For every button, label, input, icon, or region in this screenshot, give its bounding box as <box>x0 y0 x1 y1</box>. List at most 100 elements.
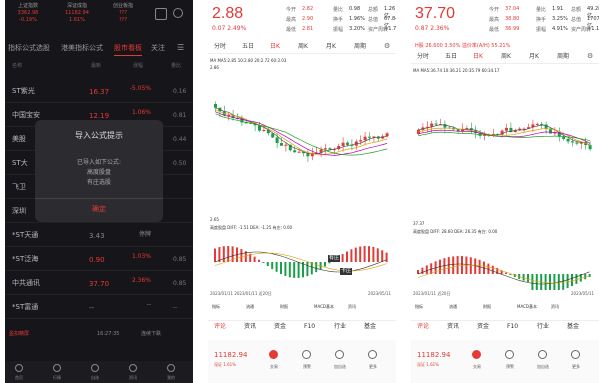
detail-tab[interactable]: 资讯 <box>447 324 459 330</box>
tab-follow[interactable]: 关注 <box>151 45 165 52</box>
action-item[interactable]: 预警 <box>500 364 520 370</box>
period-tab[interactable]: 月K <box>326 44 336 50</box>
period-tab[interactable]: 日K <box>270 44 280 50</box>
nav-icon[interactable] <box>53 364 61 372</box>
menu-icon[interactable]: ☰ <box>177 44 184 52</box>
settings-icon[interactable]: ⚙ <box>587 53 593 60</box>
nav-item[interactable]: 首页 <box>9 375 29 381</box>
period-tab[interactable]: 五日 <box>445 54 457 60</box>
action-item[interactable]: 更多 <box>566 364 586 370</box>
header-price[interactable]: 最新 <box>91 64 101 69</box>
header-chg[interactable]: 涨幅 <box>133 64 143 69</box>
detail-tab[interactable]: 基金 <box>567 324 579 330</box>
action-item[interactable]: 更多 <box>363 364 383 370</box>
macd-bar <box>376 248 379 262</box>
stock-change: 0.07 2.49% <box>212 25 247 32</box>
period-tab[interactable]: 周K <box>298 44 308 50</box>
tool-button[interactable]: MACD基本 <box>517 305 537 309</box>
footer-left[interactable]: 盈扣精屏 <box>9 332 29 337</box>
detail-tab[interactable]: 评论 <box>417 324 429 330</box>
action-icon[interactable] <box>472 350 481 359</box>
index-sz[interactable]: 深证成指 11182.94 1.61% <box>57 3 97 24</box>
action-icon[interactable] <box>302 350 311 359</box>
nav-icon[interactable] <box>91 364 99 372</box>
tool-button[interactable]: 指标 <box>212 305 220 309</box>
period-tab[interactable]: 周期 <box>557 54 569 60</box>
action-icon[interactable] <box>368 350 377 359</box>
action-icon[interactable] <box>538 350 547 359</box>
action-icon[interactable] <box>505 350 514 359</box>
list-item[interactable]: ST紫光 16.37 -5.05% 0.16 <box>5 82 193 103</box>
kline-chart[interactable] <box>208 64 396 230</box>
tab-board[interactable]: 股市看板 <box>114 45 142 52</box>
index-value[interactable]: 11182.94 <box>417 352 450 359</box>
tool-button[interactable]: 财报 <box>483 305 491 309</box>
action-icon[interactable] <box>269 350 278 359</box>
tool-button[interactable]: 流通 <box>246 305 254 309</box>
detail-tab[interactable]: 行业 <box>537 324 549 330</box>
action-item[interactable]: 加自选 <box>330 364 350 370</box>
tool-button[interactable]: MACD基本 <box>314 305 334 309</box>
list-item[interactable]: *ST天通 3.43 停牌 <box>5 226 193 247</box>
nav-item[interactable]: 我的 <box>161 375 181 381</box>
tool-button[interactable]: 资讯 <box>348 305 356 309</box>
footer-right[interactable]: 连续下跌 <box>141 332 161 337</box>
detail-tab[interactable]: F10 <box>507 324 518 330</box>
tool-button[interactable]: 资讯 <box>551 305 559 309</box>
index-value[interactable]: 11182.94 <box>214 352 247 359</box>
index-sh[interactable]: 上证指数 3362.98 -0.19% <box>8 3 48 24</box>
period-tab[interactable]: 周期 <box>354 44 366 50</box>
stat-value: 2.81 <box>302 26 314 32</box>
confirm-button[interactable]: 确定 <box>35 206 163 213</box>
indicator-legend[interactable]: 高度股盘 DIFF: 28.60 DEA: 26.35 有庄: 0.00 <box>413 230 497 234</box>
settings-icon[interactable]: ⚙ <box>384 43 390 50</box>
action-item[interactable]: 交易 <box>467 364 487 370</box>
action-icon[interactable] <box>571 350 580 359</box>
period-tab[interactable]: 分时 <box>417 54 429 60</box>
detail-tab[interactable]: 资讯 <box>244 324 256 330</box>
action-item[interactable]: 交易 <box>264 364 284 370</box>
list-item[interactable]: 中共通讯 37.70 2.36% 0.85 <box>5 274 193 295</box>
period-tab[interactable]: 日K <box>473 54 483 60</box>
macd-bar <box>328 262 331 264</box>
detail-tab[interactable]: 基金 <box>364 324 376 330</box>
tool-button[interactable]: 财报 <box>280 305 288 309</box>
tool-button[interactable]: 流通 <box>449 305 457 309</box>
period-tab[interactable]: 月K <box>529 54 539 60</box>
search-icon[interactable] <box>173 8 183 18</box>
nav-item[interactable]: 行情 <box>47 375 67 381</box>
detail-tab[interactable]: 资金 <box>477 324 489 330</box>
hk-share-info[interactable]: H股 26.600 3.50% 溢价率(A/H) 55.21% <box>415 44 510 49</box>
tab-hk-us[interactable]: 港美指标公式 <box>61 45 103 52</box>
detail-tab[interactable]: 行业 <box>334 324 346 330</box>
list-item[interactable]: *ST泛海 0.90 1.03% 0.85 <box>5 250 193 271</box>
calendar-icon[interactable] <box>155 8 167 20</box>
tool-button[interactable]: 指标 <box>415 305 423 309</box>
period-tab[interactable]: 五日 <box>242 44 254 50</box>
kline-chart[interactable] <box>411 74 599 228</box>
detail-tab[interactable]: F10 <box>304 324 315 330</box>
indicator-chart[interactable] <box>208 232 396 290</box>
nav-item[interactable]: 自选 <box>85 375 105 381</box>
action-item[interactable]: 预警 <box>297 364 317 370</box>
header-name[interactable]: 名称 <box>12 64 22 69</box>
indicator-chart[interactable] <box>411 236 599 290</box>
tab-formula[interactable]: 指标公式选股 <box>8 45 50 52</box>
ma-line <box>215 107 388 155</box>
action-item[interactable]: 加自选 <box>533 364 553 370</box>
stock-price: 3.43 <box>89 232 105 240</box>
ma-legend: MA MA5:36.74 10:36.21 20:35.79 60:34.17 <box>413 68 500 73</box>
index-cy[interactable]: 创业板指 ??? ??? <box>103 3 143 24</box>
detail-tab[interactable]: 评论 <box>214 324 226 330</box>
nav-icon[interactable] <box>167 364 175 372</box>
period-tab[interactable]: 分时 <box>214 44 226 50</box>
nav-icon[interactable] <box>129 364 137 372</box>
nav-item[interactable]: 资讯 <box>123 375 143 381</box>
list-item[interactable]: *ST富通 -- -- -- <box>5 298 193 319</box>
indicator-legend[interactable]: 高度股盘 DIFF: -1.51 DEA: -1.25 有庄: 0.00 <box>210 226 292 230</box>
period-tab[interactable]: 周K <box>501 54 511 60</box>
action-icon[interactable] <box>335 350 344 359</box>
nav-icon[interactable] <box>15 364 23 372</box>
detail-tab[interactable]: 资金 <box>274 324 286 330</box>
header-vol[interactable]: 量比 <box>171 64 181 69</box>
